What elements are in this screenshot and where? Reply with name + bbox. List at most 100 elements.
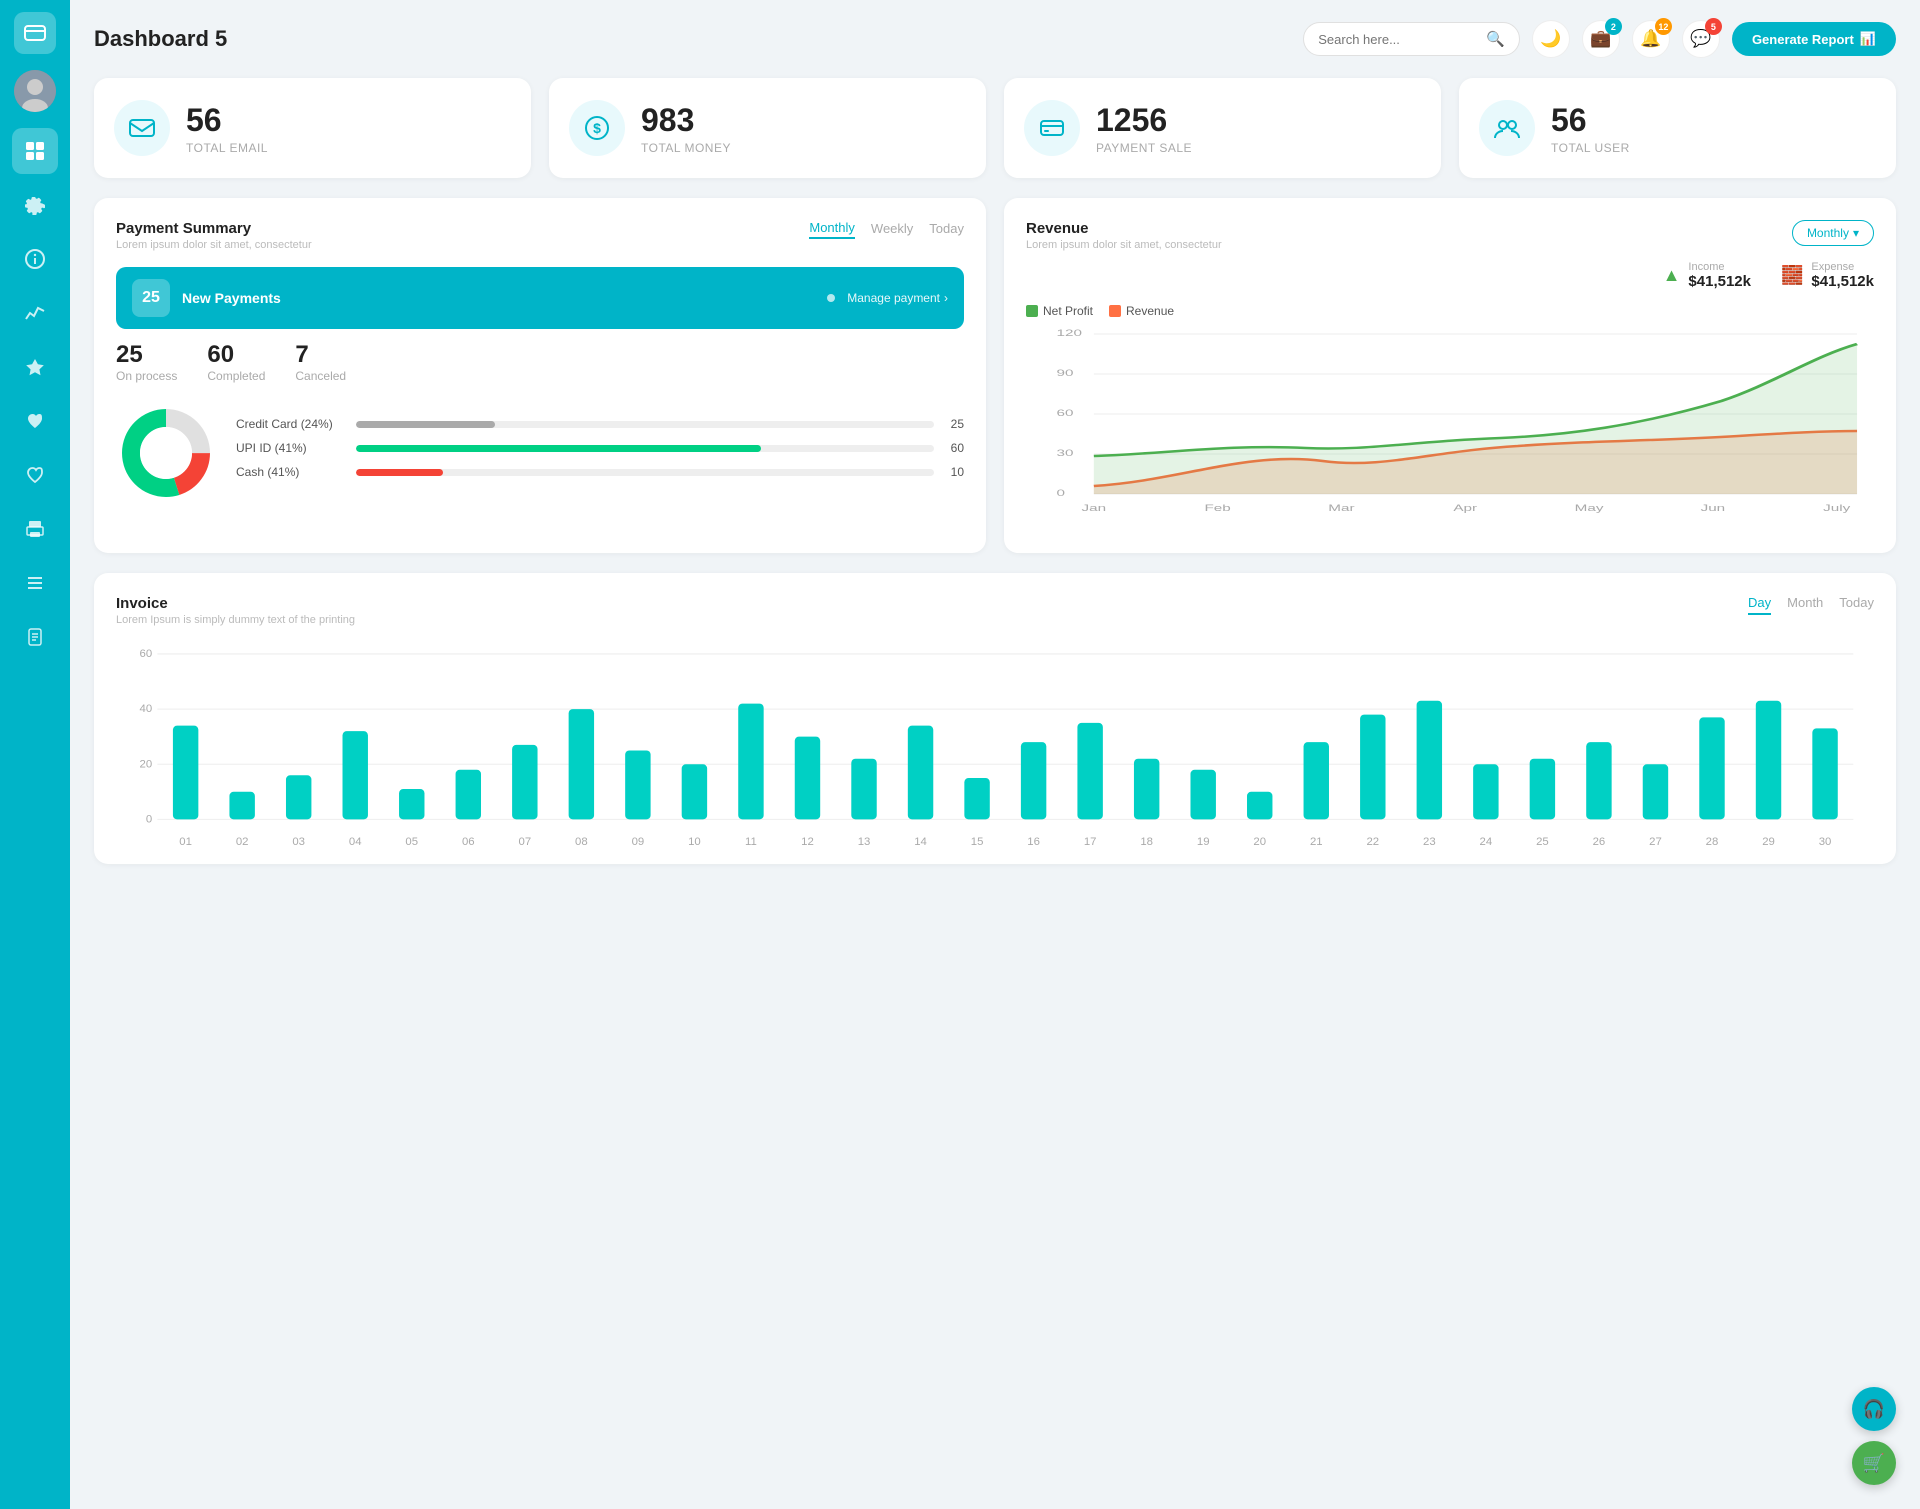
svg-text:28: 28 <box>1706 836 1719 848</box>
search-box: 🔍 <box>1303 22 1520 56</box>
svg-text:13: 13 <box>858 836 871 848</box>
on-process-label: On process <box>116 369 177 383</box>
revenue-monthly-btn[interactable]: Monthly ▾ <box>1792 220 1874 246</box>
dark-mode-btn[interactable]: 🌙 <box>1532 20 1570 58</box>
sidebar <box>0 0 70 1509</box>
svg-text:23: 23 <box>1423 836 1436 848</box>
svg-text:27: 27 <box>1649 836 1662 848</box>
svg-text:11: 11 <box>745 836 757 848</box>
cc-track <box>356 421 934 428</box>
cart-icon: 🛒 <box>1863 1453 1885 1474</box>
search-input[interactable] <box>1318 32 1478 47</box>
chat-btn[interactable]: 💬 5 <box>1682 20 1720 58</box>
invoice-titles: Invoice Lorem Ipsum is simply dummy text… <box>116 595 355 626</box>
invoice-tabs: Day Month Today <box>1748 595 1874 615</box>
svg-text:22: 22 <box>1366 836 1379 848</box>
svg-text:12: 12 <box>801 836 814 848</box>
revenue-titles: Revenue Lorem ipsum dolor sit amet, cons… <box>1026 220 1222 251</box>
svg-text:24: 24 <box>1480 836 1493 848</box>
svg-text:19: 19 <box>1197 836 1210 848</box>
svg-text:17: 17 <box>1084 836 1097 848</box>
invoice-card: Invoice Lorem Ipsum is simply dummy text… <box>94 573 1896 864</box>
manage-payment-link[interactable]: Manage payment › <box>847 291 948 305</box>
payment-summary-header: Payment Summary Lorem ipsum dolor sit am… <box>116 220 964 251</box>
invoice-tab-month[interactable]: Month <box>1787 595 1823 615</box>
bell-badge: 12 <box>1655 18 1672 35</box>
income-text: Income $41,512k <box>1688 261 1751 290</box>
chart-legend: Net Profit Revenue <box>1026 304 1874 318</box>
stat-user-label: TOTAL USER <box>1551 141 1630 155</box>
cart-fab[interactable]: 🛒 <box>1852 1441 1896 1485</box>
cash-fill <box>356 469 443 476</box>
sidebar-item-favorites[interactable] <box>12 344 58 390</box>
svg-text:Apr: Apr <box>1453 503 1477 513</box>
invoice-header: Invoice Lorem Ipsum is simply dummy text… <box>116 595 1874 626</box>
sidebar-item-analytics[interactable] <box>12 290 58 336</box>
legend-label-revenue: Revenue <box>1126 304 1174 318</box>
invoice-tab-day[interactable]: Day <box>1748 595 1771 615</box>
sidebar-item-heart2[interactable] <box>12 452 58 498</box>
svg-text:04: 04 <box>349 836 362 848</box>
svg-text:26: 26 <box>1593 836 1606 848</box>
on-process-stat: 25 On process <box>116 341 177 383</box>
svg-text:29: 29 <box>1762 836 1775 848</box>
stat-user-value: 56 <box>1551 102 1630 139</box>
canceled-value: 7 <box>295 341 346 369</box>
cash-track <box>356 469 934 476</box>
canceled-label: Canceled <box>295 369 346 383</box>
tab-today[interactable]: Today <box>929 221 964 238</box>
sidebar-item-heart[interactable] <box>12 398 58 444</box>
money-icon-wrap: $ <box>569 100 625 156</box>
new-payments-bar: 25 New Payments Manage payment › <box>116 267 964 329</box>
svg-text:06: 06 <box>462 836 475 848</box>
revenue-subtitle: Lorem ipsum dolor sit amet, consectetur <box>1026 239 1222 251</box>
svg-text:60: 60 <box>140 648 153 660</box>
completed-stat: 60 Completed <box>207 341 265 383</box>
svg-text:09: 09 <box>632 836 645 848</box>
generate-report-button[interactable]: Generate Report 📊 <box>1732 22 1896 56</box>
svg-text:Jan: Jan <box>1082 503 1107 513</box>
sidebar-item-settings[interactable] <box>12 182 58 228</box>
stat-card-money: $ 983 TOTAL MONEY <box>549 78 986 178</box>
chevron-down-icon: ▾ <box>1853 226 1859 240</box>
income-item: ▲ Income $41,512k <box>1663 261 1751 290</box>
upi-track <box>356 445 934 452</box>
payment-tabs: Monthly Weekly Today <box>809 220 964 239</box>
stat-user-text: 56 TOTAL USER <box>1551 102 1630 155</box>
svg-text:30: 30 <box>1819 836 1832 848</box>
revenue-title: Revenue <box>1026 220 1222 237</box>
sidebar-item-print[interactable] <box>12 506 58 552</box>
progress-item-cash: Cash (41%) 10 <box>236 465 964 479</box>
sidebar-item-info[interactable] <box>12 236 58 282</box>
support-fab[interactable]: 🎧 <box>1852 1387 1896 1431</box>
sidebar-item-dashboard[interactable] <box>12 128 58 174</box>
canceled-stat: 7 Canceled <box>295 341 346 383</box>
sidebar-item-list[interactable] <box>12 560 58 606</box>
wallet-btn[interactable]: 💼 2 <box>1582 20 1620 58</box>
avatar[interactable] <box>14 70 56 112</box>
stat-card-email: 56 TOTAL EMAIL <box>94 78 531 178</box>
donut-chart <box>116 403 216 503</box>
stat-money-value: 983 <box>641 102 731 139</box>
chat-badge: 5 <box>1705 18 1722 35</box>
page-title: Dashboard 5 <box>94 26 227 52</box>
email-icon-wrap <box>114 100 170 156</box>
svg-text:21: 21 <box>1310 836 1323 848</box>
bell-btn[interactable]: 🔔 12 <box>1632 20 1670 58</box>
payment-summary-card: Payment Summary Lorem ipsum dolor sit am… <box>94 198 986 553</box>
cc-fill <box>356 421 495 428</box>
upi-fill <box>356 445 761 452</box>
invoice-tab-today[interactable]: Today <box>1839 595 1874 615</box>
tab-weekly[interactable]: Weekly <box>871 221 913 238</box>
moon-icon: 🌙 <box>1540 29 1561 49</box>
svg-text:03: 03 <box>292 836 305 848</box>
sidebar-item-docs[interactable] <box>12 614 58 660</box>
tab-monthly[interactable]: Monthly <box>809 220 855 239</box>
invoice-bar-chart: 0204060010203040506070809101112131415161… <box>116 642 1874 842</box>
legend-label-profit: Net Profit <box>1043 304 1093 318</box>
svg-text:0: 0 <box>1057 488 1066 498</box>
svg-text:$: $ <box>593 120 601 136</box>
stat-payment-value: 1256 <box>1096 102 1192 139</box>
stat-money-text: 983 TOTAL MONEY <box>641 102 731 155</box>
new-payments-dot <box>827 294 835 302</box>
